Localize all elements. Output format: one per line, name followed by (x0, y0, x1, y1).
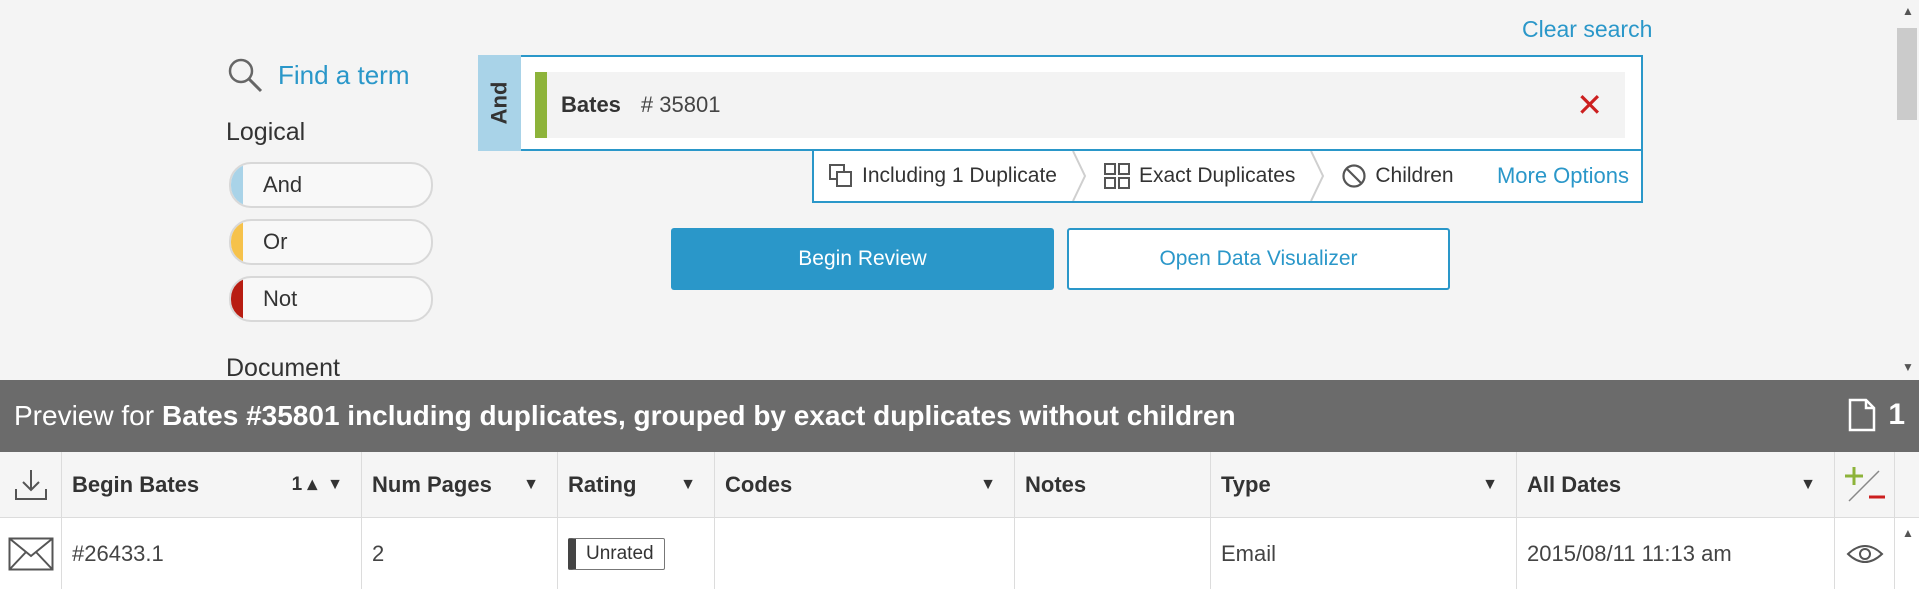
document-heading: Document (226, 354, 340, 382)
add-remove-columns-icon (1844, 466, 1885, 502)
dropdown-caret-icon[interactable]: ▼ (1800, 476, 1816, 494)
results-table-header: Begin Bates 1 ▴ ▼ Num Pages ▼ Rating ▼ C… (0, 452, 1919, 518)
download-icon (14, 469, 47, 500)
dropdown-caret-icon[interactable]: ▼ (680, 476, 696, 494)
children-option-label: Children (1375, 164, 1454, 187)
document-icon (1849, 398, 1876, 432)
scroll-up-arrow-icon[interactable]: ▲ (1902, 4, 1914, 18)
search-options-bar: Including 1 Duplicate Exact Duplicates C… (812, 151, 1643, 203)
group-operator-tab[interactable]: And (478, 55, 521, 151)
column-header-label: Codes (725, 471, 793, 497)
logical-not-label: Not (263, 286, 298, 311)
row-type-cell (0, 518, 62, 589)
cell-all-dates: 2015/08/11 11:13 am (1517, 518, 1835, 589)
sort-indicator: 1 ▴ (291, 474, 317, 495)
not-color-bar (231, 278, 243, 320)
preview-count-value: 1 (1888, 398, 1905, 431)
clear-search-link[interactable]: Clear search (1522, 16, 1652, 43)
duplicates-option-label: Including 1 Duplicate (862, 164, 1057, 187)
logical-and-label: And (263, 172, 303, 197)
grouping-option-label: Exact Duplicates (1138, 164, 1296, 187)
term-value: # 35801 (640, 92, 721, 117)
duplicates-icon (829, 164, 852, 187)
prohibited-icon (1342, 164, 1366, 188)
find-term-label: Find a term (278, 59, 410, 90)
envelope-icon (8, 537, 53, 570)
logical-or-button[interactable]: Or (229, 219, 433, 265)
logical-not-button[interactable]: Not (229, 276, 433, 322)
and-color-bar (231, 164, 243, 206)
column-header-notes[interactable]: Notes (1015, 452, 1211, 517)
preview-prefix: Preview for (14, 400, 155, 431)
logical-and-button[interactable]: And (229, 162, 433, 208)
table-scroll-up-arrow-icon[interactable]: ▲ (1902, 526, 1914, 540)
column-header-label: Notes (1025, 471, 1087, 497)
find-term-link[interactable]: Find a term (226, 56, 410, 94)
cell-type: Email (1211, 518, 1517, 589)
column-header-rating[interactable]: Rating ▼ (558, 452, 715, 517)
rating-badge[interactable]: Unrated (568, 537, 665, 570)
column-header-label: Type (1221, 471, 1271, 497)
preview-description: Bates #35801 including duplicates, group… (162, 400, 1236, 431)
remove-term-icon[interactable]: ✕ (1576, 86, 1603, 124)
term-field: Bates (561, 92, 621, 117)
children-option[interactable]: Children (1327, 151, 1467, 201)
column-header-codes[interactable]: Codes ▼ (715, 452, 1015, 517)
cell-preview (1835, 518, 1895, 589)
scrollbar-thumb[interactable] (1897, 28, 1917, 120)
column-header-begin-bates[interactable]: Begin Bates 1 ▴ ▼ (62, 452, 362, 517)
logical-or-label: Or (263, 229, 288, 254)
column-header-label: All Dates (1527, 471, 1622, 497)
eye-icon[interactable] (1846, 542, 1884, 566)
preview-count: 1 (1848, 398, 1905, 432)
add-remove-columns-button[interactable] (1835, 452, 1895, 517)
search-term[interactable]: Bates # 35801 ✕ (535, 72, 1625, 138)
chevron-separator-icon (1072, 151, 1087, 201)
cell-notes (1015, 518, 1211, 589)
open-data-visualizer-button[interactable]: Open Data Visualizer (1067, 228, 1450, 290)
grid-icon (1103, 163, 1130, 189)
dropdown-caret-icon[interactable]: ▼ (327, 476, 343, 494)
grouping-option[interactable]: Exact Duplicates (1089, 151, 1309, 201)
table-row[interactable]: #26433.1 2 Unrated Email 2015/08/11 11:1… (0, 518, 1919, 589)
column-header-label: Rating (568, 471, 637, 497)
column-header-all-dates[interactable]: All Dates ▼ (1517, 452, 1835, 517)
duplicates-option[interactable]: Including 1 Duplicate (814, 151, 1071, 201)
more-options-link[interactable]: More Options (1497, 163, 1641, 189)
or-color-bar (231, 221, 243, 263)
term-color-bar (535, 72, 547, 138)
search-icon (228, 58, 263, 93)
chevron-separator-icon (1310, 151, 1325, 201)
column-header-label: Num Pages (372, 471, 492, 497)
begin-review-button[interactable]: Begin Review (671, 228, 1054, 290)
column-header-type[interactable]: Type ▼ (1211, 452, 1517, 517)
dropdown-caret-icon[interactable]: ▼ (523, 476, 539, 494)
cell-rating: Unrated (558, 518, 715, 589)
logical-heading: Logical (226, 118, 306, 146)
dropdown-caret-icon[interactable]: ▼ (980, 476, 996, 494)
dropdown-caret-icon[interactable]: ▼ (1482, 476, 1498, 494)
cell-num-pages: 2 (362, 518, 558, 589)
cell-codes (715, 518, 1015, 589)
column-header-label: Begin Bates (72, 471, 200, 497)
group-operator-label: And (486, 81, 512, 125)
scroll-down-arrow-icon[interactable]: ▼ (1902, 360, 1914, 374)
download-column-header[interactable] (0, 452, 62, 517)
preview-bar: Preview for Bates #35801 including dupli… (0, 380, 1919, 452)
cell-begin-bates: #26433.1 (62, 518, 362, 589)
column-header-num-pages[interactable]: Num Pages ▼ (362, 452, 558, 517)
